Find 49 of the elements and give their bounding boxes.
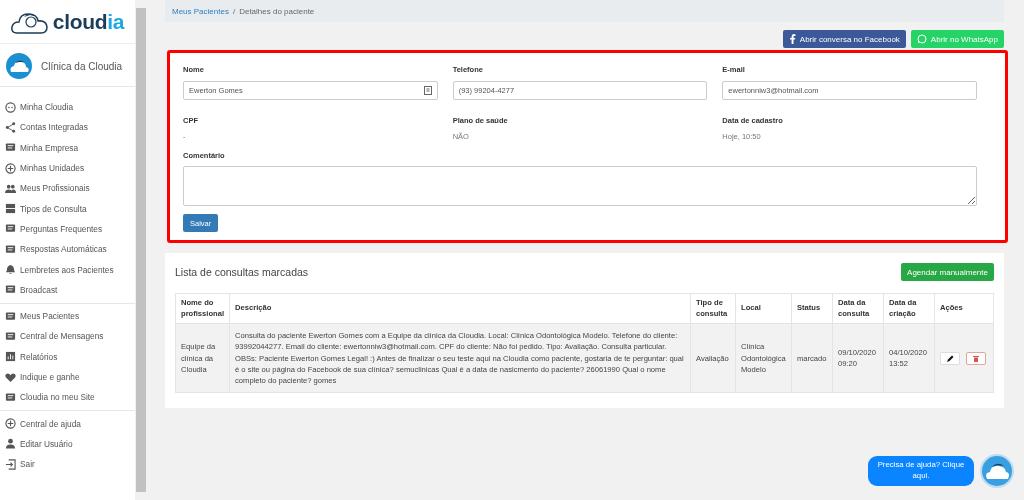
sidebar-item[interactable]: Respostas Automáticas (0, 239, 135, 260)
scrollbar-thumb[interactable] (136, 8, 146, 492)
sidebar-item[interactable]: Broadcast (0, 279, 135, 300)
plus-icon (5, 162, 16, 174)
brand-logo: cloudia (52, 9, 125, 34)
sidebar-item[interactable]: Minhas Unidades (0, 157, 135, 179)
sidebar-item[interactable]: Perguntas Frequentes (0, 218, 135, 240)
sidebar-item[interactable]: Meus Pacientes (0, 305, 135, 327)
chat-icon (5, 243, 16, 255)
sidebar-item[interactable]: Tipos de Consulta (0, 198, 135, 219)
sidebar-item[interactable]: Central de ajuda (0, 413, 135, 434)
sidebar-item[interactable]: Contas Integradas (0, 117, 135, 138)
chat-avatar-icon[interactable] (980, 454, 1014, 488)
sidebar-item[interactable]: Cloudia no meu Site (0, 387, 135, 408)
sidebar-item[interactable]: Indique e ganhe (0, 366, 135, 388)
comment-field[interactable] (183, 166, 977, 206)
bell-icon (5, 264, 16, 275)
pencil-icon (946, 354, 954, 362)
contact-card-icon (423, 86, 432, 95)
clinic-avatar-icon (6, 53, 32, 79)
rows-icon (5, 203, 16, 215)
sidebar-item[interactable]: Editar Usuário (0, 433, 135, 455)
facebook-button[interactable]: Abrir conversa no Facebook (782, 30, 906, 48)
sidebar-item[interactable]: Relatórios (0, 346, 135, 367)
breadcrumb-link[interactable]: Meus Pacientes (172, 6, 229, 16)
heart-icon (5, 371, 16, 383)
share-icon (5, 121, 16, 133)
sidebar-item[interactable]: Minha Empresa (0, 137, 135, 158)
face-icon (5, 101, 16, 113)
sidebar-item[interactable]: Lembretes aos Pacientes (0, 259, 135, 280)
sidebar-item[interactable]: Sair (0, 454, 135, 475)
sidebar-item[interactable]: Central de Mensagens (0, 326, 135, 347)
chart-icon (5, 351, 16, 363)
whatsapp-icon (916, 34, 927, 44)
exit-icon (5, 458, 16, 470)
facebook-icon (788, 34, 796, 44)
sidebar-item[interactable]: Meus Profissionais (0, 178, 135, 199)
delete-button[interactable] (966, 351, 986, 365)
breadcrumb-separator: / (232, 6, 236, 16)
user-icon (5, 438, 16, 450)
clinic-name: Clínica da Cloudia (41, 60, 123, 72)
trash-icon (973, 354, 979, 362)
help-icon (5, 418, 16, 430)
edit-button[interactable] (940, 351, 960, 365)
breadcrumb-current: Detalhes do paciente (239, 6, 315, 16)
sidebar-item[interactable]: Minha Cloudia (0, 97, 135, 118)
section-title: Lista de consultas marcadas (175, 266, 309, 278)
people-icon (5, 182, 16, 194)
chat-icon (5, 330, 16, 342)
